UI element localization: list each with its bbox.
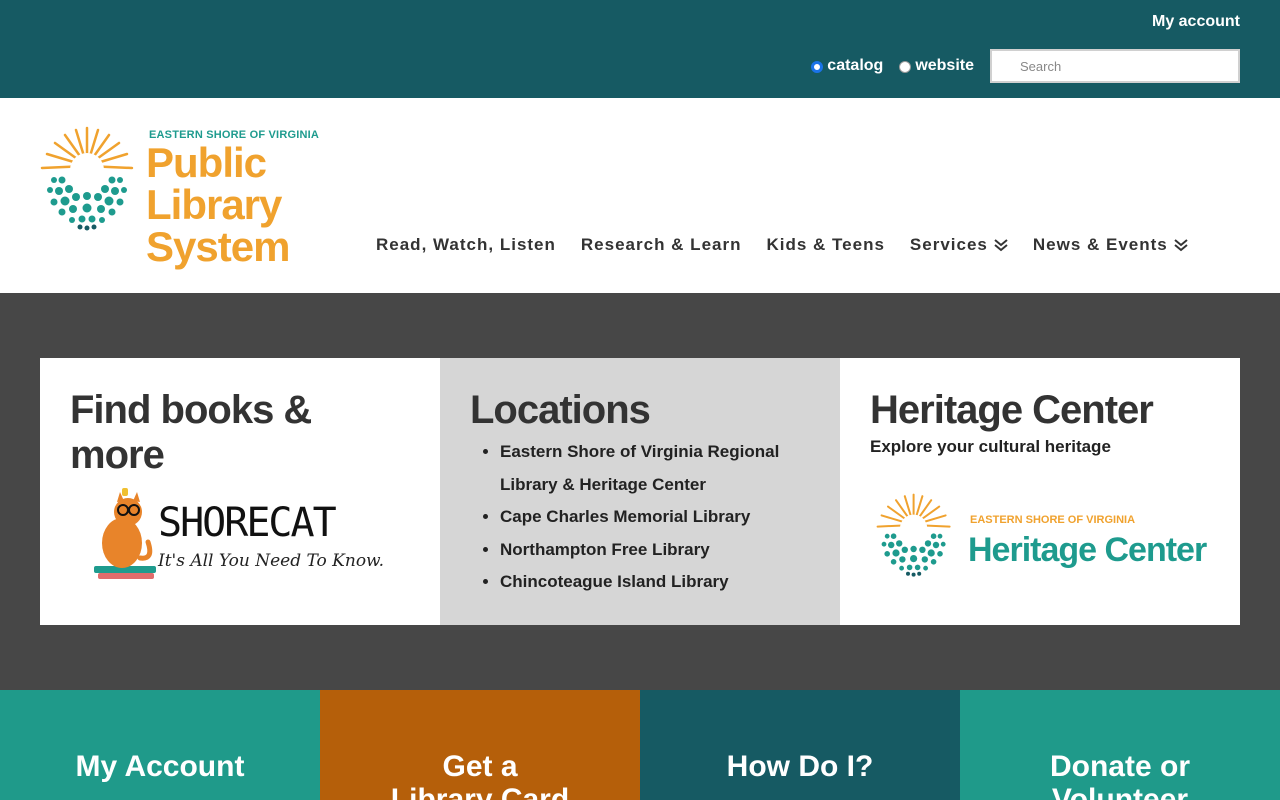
heritage-center-logo[interactable]: EASTERN SHORE OF VIRGINIA Heritage Cente… <box>870 493 1220 588</box>
locations-title: Locations <box>470 388 651 432</box>
tile-donate-volunteer[interactable]: Donate or Volunteer <box>960 690 1280 800</box>
top-bar: My account catalog website Search <box>0 0 1280 98</box>
nav-item-label: Kids & Teens <box>766 235 885 254</box>
website-radio[interactable]: website <box>899 57 974 75</box>
search-placeholder: Search <box>1020 58 1062 74</box>
my-account-link[interactable]: My account <box>1152 13 1240 31</box>
double-chevron-down-icon <box>1174 239 1188 252</box>
nav-services[interactable]: Services <box>910 235 1008 255</box>
heritage-title: Heritage Center <box>870 388 1154 432</box>
nav-news-events[interactable]: News & Events <box>1033 235 1188 255</box>
tile-my-account[interactable]: My Account <box>0 690 320 800</box>
locations-card: Locations Eastern Shore of Virginia Regi… <box>440 358 840 625</box>
logo-title-line2: System <box>146 223 290 270</box>
website-radio-label: website <box>915 57 974 74</box>
nav-research-learn[interactable]: Research & Learn <box>581 235 742 255</box>
sunburst-logo-icon <box>40 126 134 231</box>
tile-get-library-card[interactable]: Get a Library Card <box>320 690 640 800</box>
find-books-title: Find books & more <box>70 388 312 477</box>
nav-item-label: Services <box>909 235 988 254</box>
cat-reading-icon <box>94 488 156 579</box>
nav-item-label: Research & Learn <box>580 235 742 254</box>
tile-label: My Account <box>75 750 245 783</box>
location-link[interactable]: Cape Charles Memorial Library <box>500 501 810 534</box>
sunburst-logo-icon <box>876 493 951 577</box>
location-link[interactable]: Eastern Shore of Virginia Regional Libra… <box>500 436 810 501</box>
shorecat-tagline: It's All You Need To Know. <box>158 551 384 571</box>
find-books-card[interactable]: Find books & more SHORECAT It's All You … <box>40 358 440 625</box>
tile-how-do-i[interactable]: How Do I? <box>640 690 960 800</box>
catalog-radio[interactable]: catalog <box>811 57 883 75</box>
tile-label: Get a Library Card <box>390 750 570 800</box>
nav-item-label: Read, Watch, Listen <box>376 235 556 254</box>
search-row: catalog website Search <box>811 49 1240 83</box>
heritage-subtitle: Explore your cultural heritage <box>870 437 1111 456</box>
heritage-logo-subtitle: EASTERN SHORE OF VIRGINIA <box>970 514 1136 526</box>
quick-links: My Account Get a Library Card How Do I? … <box>0 690 1280 800</box>
search-input[interactable]: Search <box>990 49 1240 83</box>
radio-checked-icon[interactable] <box>811 61 824 73</box>
shorecat-logo[interactable]: SHORECAT It's All You Need To Know. <box>90 488 384 583</box>
radio-unchecked-icon[interactable] <box>899 61 912 73</box>
tile-label: Donate or Volunteer <box>1049 750 1190 800</box>
shorecat-title: SHORECAT <box>158 500 337 546</box>
double-chevron-down-icon <box>994 239 1008 252</box>
heritage-logo-title: Heritage Center <box>968 531 1207 569</box>
nav-kids-teens[interactable]: Kids & Teens <box>766 235 884 255</box>
site-header: EASTERN SHORE OF VIRGINIA Public Library… <box>0 98 1280 293</box>
main-nav: Read, Watch, Listen Research & Learn Kid… <box>376 235 1213 255</box>
nav-read-watch-listen[interactable]: Read, Watch, Listen <box>376 235 556 255</box>
tile-label: How Do I? <box>726 750 874 783</box>
locations-list: Eastern Shore of Virginia Regional Libra… <box>470 436 810 599</box>
feature-cards: Find books & more SHORECAT It's All You … <box>40 358 1240 625</box>
location-link[interactable]: Northampton Free Library <box>500 534 810 567</box>
heritage-center-card[interactable]: Heritage Center Explore your cultural he… <box>840 358 1240 625</box>
site-logo[interactable]: EASTERN SHORE OF VIRGINIA Public Library… <box>40 126 400 268</box>
logo-title: Public Library System <box>146 142 400 268</box>
nav-item-label: News & Events <box>1032 235 1168 254</box>
logo-title-line1: Public Library <box>146 139 282 228</box>
catalog-radio-label: catalog <box>827 57 884 74</box>
location-link[interactable]: Chincoteague Island Library <box>500 566 810 599</box>
